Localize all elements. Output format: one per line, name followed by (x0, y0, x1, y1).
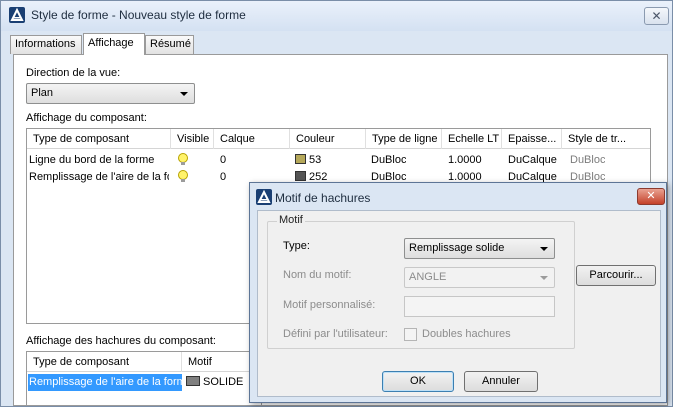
custom-pattern-label: Motif personnalisé: (283, 299, 376, 311)
lineweight-cell: DuCalque (508, 154, 557, 166)
autocad-logo-icon (9, 7, 25, 23)
browse-button[interactable]: Parcourir... (576, 265, 656, 286)
hatch-display-label: Affichage des hachures du composant: (26, 335, 216, 347)
type-select[interactable]: Remplissage solide (404, 238, 555, 259)
layer-cell: 0 (220, 171, 227, 183)
column-header[interactable]: Couleur (290, 129, 366, 149)
pattern-value: SOLIDE (203, 376, 244, 388)
column-header[interactable]: Visible (171, 129, 214, 149)
tab-resume[interactable]: Résumé (145, 35, 194, 54)
grid-header: Type de composant Visible Calque Couleur… (27, 129, 650, 149)
lightbulb-icon[interactable] (177, 153, 189, 167)
color-swatch (295, 154, 306, 164)
column-header[interactable]: Calque (214, 129, 290, 149)
tab-affichage[interactable]: Affichage (83, 33, 145, 55)
column-header[interactable]: Type de ligne (366, 129, 442, 149)
type-value: Remplissage solide (409, 242, 505, 254)
grid-header: Type de composant Motif (27, 352, 261, 372)
dialog-body: Motif Type: Remplissage solide Nom du mo… (257, 210, 661, 397)
lightbulb-icon[interactable] (177, 170, 189, 184)
pattern-name-select[interactable]: ANGLE (404, 267, 555, 288)
user-defined-label: Défini par l'utilisateur: (283, 328, 388, 340)
lt-scale-cell: 1.0000 (448, 154, 482, 166)
pattern-cell[interactable]: SOLIDE (186, 374, 243, 391)
custom-pattern-input[interactable] (404, 296, 555, 317)
close-icon: ✕ (651, 9, 662, 23)
autocad-logo-icon (256, 189, 272, 205)
color-swatch (295, 171, 306, 181)
pattern-name-label: Nom du motif: (283, 269, 352, 281)
component-type-cell: Remplissage de l'aire de la forme (28, 374, 182, 391)
dialog-title: Motif de hachures (275, 191, 371, 205)
column-header[interactable]: Type de composant (27, 129, 171, 149)
column-header[interactable]: Echelle LT (442, 129, 502, 149)
close-icon: ✕ (646, 190, 656, 202)
component-type-cell: Ligne du bord de la forme (29, 154, 155, 166)
component-type-cell: Remplissage de l'aire de la for (29, 171, 169, 183)
column-header[interactable]: Type de composant (27, 352, 182, 372)
view-direction-value: Plan (31, 87, 54, 99)
dialog-close-button[interactable]: ✕ (637, 188, 665, 205)
chevron-down-icon (180, 92, 188, 96)
hatch-pattern-dialog: Motif de hachures ✕ Motif Type: Rempliss… (249, 182, 667, 403)
view-direction-label: Direction de la vue: (26, 67, 121, 79)
column-header[interactable]: Style de tr... (562, 129, 650, 149)
color-cell[interactable]: 53 (295, 152, 321, 169)
pattern-name-value: ANGLE (409, 271, 447, 283)
plot-style-cell: DuBloc (570, 154, 606, 166)
layer-cell: 0 (220, 154, 227, 166)
pattern-group-title: Motif (277, 214, 305, 226)
cancel-button[interactable]: Annuler (464, 371, 538, 392)
double-hatch-label: Doubles hachures (422, 328, 511, 340)
chevron-down-icon (540, 276, 548, 280)
view-direction-select[interactable]: Plan (26, 83, 195, 104)
color-value: 53 (309, 154, 322, 166)
window-title: Style de forme - Nouveau style de forme (31, 8, 246, 22)
double-hatch-checkbox[interactable] (404, 328, 417, 341)
window-titlebar: Style de forme - Nouveau style de forme … (1, 1, 672, 31)
hatch-display-grid: Type de composant Motif Remplissage de l… (26, 351, 262, 405)
tab-informations[interactable]: Informations (10, 35, 82, 54)
pattern-swatch (186, 376, 200, 386)
component-display-label: Affichage du composant: (26, 112, 147, 124)
chevron-down-icon (540, 247, 548, 251)
ok-button[interactable]: OK (382, 371, 454, 392)
linetype-cell: DuBloc (371, 154, 407, 166)
type-label: Type: (283, 240, 310, 252)
window-close-button[interactable]: ✕ (644, 7, 669, 25)
column-header[interactable]: Epaisse... (502, 129, 562, 149)
